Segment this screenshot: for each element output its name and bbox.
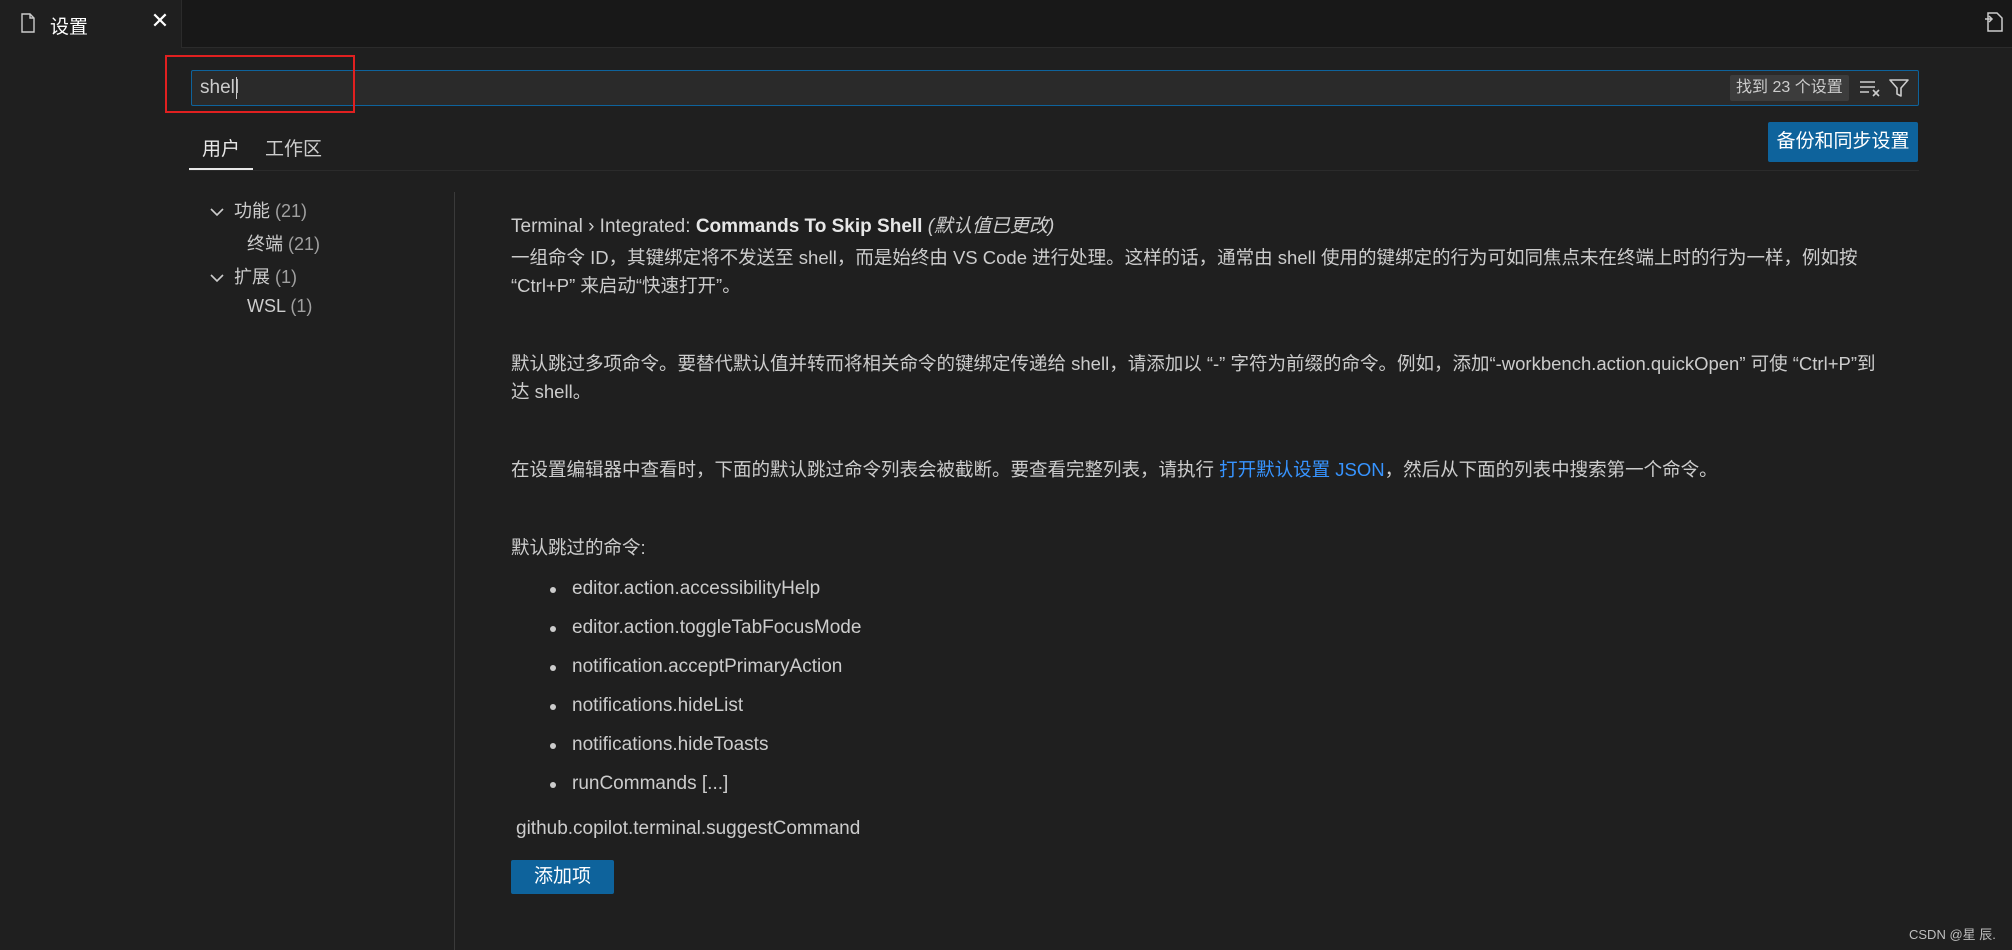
desc-text: 在设置编辑器中查看时，下面的默认跳过命令列表会被截断。要查看完整列表，请执行 — [511, 459, 1220, 480]
filter-icon[interactable] — [1888, 77, 1910, 99]
watermark: CSDN @星 辰. — [1909, 927, 1996, 942]
setting-key: Commands To Skip Shell — [695, 216, 923, 237]
settings-editor: 设置 ✕ 找到 23 个设置 用户 工作区 备份和同步设置 功能 (21) 终端 — [0, 0, 2012, 950]
chevron-down-icon — [210, 201, 226, 222]
setting-category: Terminal › Integrated: — [511, 216, 696, 237]
add-item-button[interactable]: 添加项 — [511, 860, 614, 894]
list-setting-item[interactable]: github.copilot.terminal.suggestCommand — [516, 818, 860, 840]
tab-workspace[interactable]: 工作区 — [265, 134, 322, 161]
toc-item-extensions[interactable]: 扩展 (1) — [210, 263, 297, 289]
toc-label: 功能 — [234, 201, 270, 221]
toc-item-terminal[interactable]: 终端 (21) — [247, 230, 320, 256]
setting-title: Terminal › Integrated: Commands To Skip … — [511, 211, 1054, 238]
clear-search-icon[interactable] — [1859, 79, 1881, 97]
close-icon[interactable]: ✕ — [149, 10, 171, 32]
search-result-count: 找到 23 个设置 — [1730, 75, 1849, 101]
file-icon — [21, 13, 35, 33]
scope-divider — [189, 170, 1919, 171]
setting-description: 默认跳过多项命令。要替代默认值并转而将相关命令的键绑定传递给 shell，请添加… — [511, 353, 1876, 402]
desc-text: ，然后从下面的列表中搜索第一个命令。 — [1384, 459, 1718, 480]
toc-count: (1) — [275, 267, 298, 287]
default-commands-list: editor.action.accessibilityHelp editor.a… — [550, 574, 861, 808]
backup-sync-button[interactable]: 备份和同步设置 — [1768, 122, 1918, 162]
open-default-settings-json-link[interactable]: 打开默认设置 JSON — [1219, 459, 1384, 480]
setting-description: 在设置编辑器中查看时，下面的默认跳过命令列表会被截断。要查看完整列表，请执行 打… — [511, 456, 1891, 484]
toc-item-features[interactable]: 功能 (21) — [210, 197, 307, 223]
toc-count: (21) — [275, 201, 308, 221]
toc-count: (21) — [288, 234, 321, 254]
chevron-down-icon — [210, 267, 226, 288]
toc-label: 终端 — [247, 234, 283, 254]
list-item: notifications.hideToasts — [550, 730, 861, 769]
list-item: editor.action.accessibilityHelp — [550, 574, 861, 613]
toc-label: WSL — [247, 296, 286, 316]
tab-bar: 设置 ✕ — [0, 0, 2012, 48]
list-item: editor.action.toggleTabFocusMode — [550, 613, 861, 652]
open-settings-json-icon[interactable] — [1982, 10, 2006, 34]
toc-label: 扩展 — [234, 267, 270, 287]
search-input[interactable] — [200, 75, 1700, 101]
text-caret — [236, 77, 237, 99]
toc-item-wsl[interactable]: WSL (1) — [247, 296, 312, 317]
setting-modified-indicator: (默认值已更改) — [927, 216, 1055, 237]
tab-settings[interactable]: 设置 ✕ — [0, 0, 182, 48]
toc-divider — [454, 192, 455, 950]
tab-title: 设置 — [50, 17, 89, 38]
settings-search-box: 找到 23 个设置 — [191, 70, 1919, 106]
list-item: notifications.hideList — [550, 691, 861, 730]
setting-description: 一组命令 ID，其键绑定将不发送至 shell，而是始终由 VS Code 进行… — [511, 247, 1858, 296]
default-commands-heading: 默认跳过的命令: — [511, 537, 646, 558]
list-item: runCommands [...] — [550, 769, 861, 808]
list-item: notification.acceptPrimaryAction — [550, 652, 861, 691]
toc-count: (1) — [290, 296, 313, 316]
tab-user[interactable]: 用户 — [202, 134, 240, 161]
